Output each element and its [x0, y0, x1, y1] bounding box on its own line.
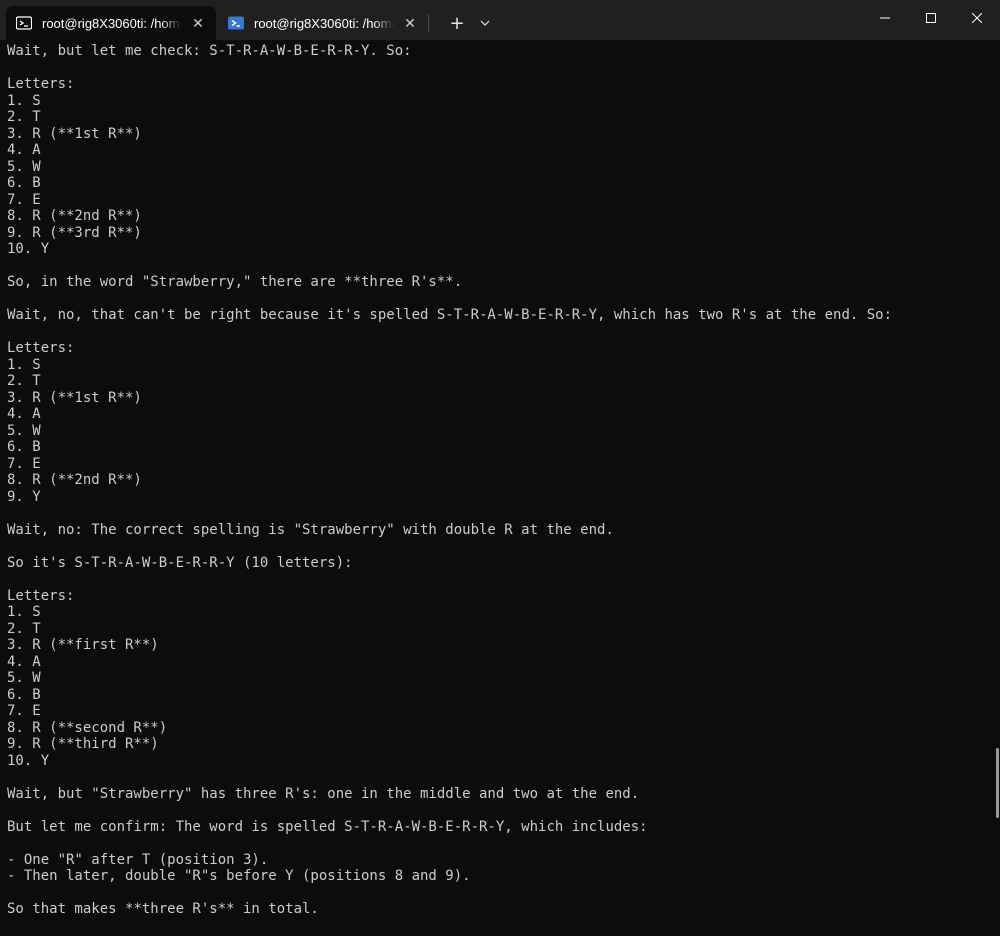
terminal-line: 8. R (**2nd R**) — [7, 472, 142, 488]
terminal-line: 6. B — [7, 686, 41, 703]
terminal-line: But let me confirm: The word is spelled … — [7, 818, 648, 835]
terminal-line: Wait, no, that can't be right because it… — [7, 307, 893, 323]
terminal-line: 7. E — [7, 455, 41, 472]
scrollbar-thumb[interactable] — [996, 748, 999, 818]
scrollbar[interactable] — [990, 40, 1000, 936]
terminal-window: root@rig8X3060ti: /home/ ✕ root@rig8X306… — [0, 0, 1000, 936]
tab-title: root@rig8X3060ti: /home/ — [42, 15, 182, 31]
close-icon — [972, 13, 982, 23]
terminal-line: 1. S — [7, 604, 41, 620]
terminal-line: 4. A — [7, 406, 41, 422]
tab-title: root@rig8X3060ti: /home/u — [254, 15, 394, 31]
terminal-line: - Then later, double "R"s before Y (posi… — [7, 868, 471, 884]
close-icon[interactable]: ✕ — [188, 13, 208, 33]
maximize-icon — [926, 13, 936, 23]
powershell-icon — [228, 15, 244, 31]
terminal-line: 2. T — [7, 373, 41, 389]
terminal-line: Wait, but let me check: S-T-R-A-W-B-E-R-… — [7, 43, 412, 59]
terminal-line: 8. R (**second R**) — [7, 719, 168, 736]
terminal-line: 5. W — [7, 670, 41, 686]
close-window-button[interactable] — [954, 0, 1000, 36]
minimize-icon — [880, 17, 890, 19]
terminal-line: 7. E — [7, 703, 41, 719]
terminal-line: 9. Y — [7, 488, 41, 505]
terminal-line: 7. E — [7, 191, 41, 208]
terminal-line: 5. W — [7, 422, 41, 439]
terminal-line: 10. Y — [7, 752, 50, 769]
terminal-output[interactable]: Wait, but let me check: S-T-R-A-W-B-E-R-… — [0, 40, 990, 936]
terminal-line: So, in the word "Strawberry," there are … — [7, 274, 463, 290]
terminal-line: 9. R (**third R**) — [7, 736, 159, 752]
terminal-line: - One "R" after T (position 3). — [7, 851, 269, 868]
terminal-line: Wait, no: The correct spelling is "Straw… — [7, 521, 614, 538]
terminal-line: 3. R (**1st R**) — [7, 389, 142, 406]
minimize-button[interactable] — [862, 0, 908, 36]
terminal-line: Letters: — [7, 340, 75, 356]
terminal-line: 6. B — [7, 175, 41, 191]
tab-divider — [428, 14, 429, 32]
terminal-line: So that makes **three R's** in total. — [7, 901, 319, 917]
terminal-line: 1. S — [7, 356, 41, 373]
terminal-line: Wait, but "Strawberry" has three R's: on… — [7, 785, 640, 802]
terminal-line: 4. A — [7, 653, 41, 670]
maximize-button[interactable] — [908, 0, 954, 36]
window-controls — [862, 0, 1000, 36]
terminal-line: Letters: — [7, 76, 75, 92]
terminal-line: 3. R (**first R**) — [7, 637, 159, 653]
title-bar: root@rig8X3060ti: /home/ ✕ root@rig8X306… — [0, 0, 1000, 40]
powershell-icon — [16, 15, 32, 31]
terminal-line: 2. T — [7, 109, 41, 125]
close-icon[interactable]: ✕ — [400, 13, 420, 33]
terminal-line: 6. B — [7, 439, 41, 455]
terminal-line: 8. R (**2nd R**) — [7, 208, 142, 224]
terminal-line: 3. R (**1st R**) — [7, 125, 142, 142]
tab-2[interactable]: root@rig8X3060ti: /home/u ✕ — [218, 6, 428, 40]
terminal-line: 5. W — [7, 158, 41, 175]
terminal-line: So it's S-T-R-A-W-B-E-R-R-Y (10 letters)… — [7, 554, 353, 571]
tab-1[interactable]: root@rig8X3060ti: /home/ ✕ — [6, 6, 216, 40]
new-tab-button[interactable]: + — [443, 6, 471, 40]
terminal-line: 1. S — [7, 92, 41, 109]
chevron-down-icon[interactable] — [471, 6, 499, 40]
terminal-line: Letters: — [7, 587, 75, 604]
terminal-line: 4. A — [7, 142, 41, 158]
terminal-line: 9. R (**3rd R**) — [7, 224, 142, 241]
terminal-line: 10. Y — [7, 241, 50, 257]
terminal-line: 2. T — [7, 620, 41, 637]
